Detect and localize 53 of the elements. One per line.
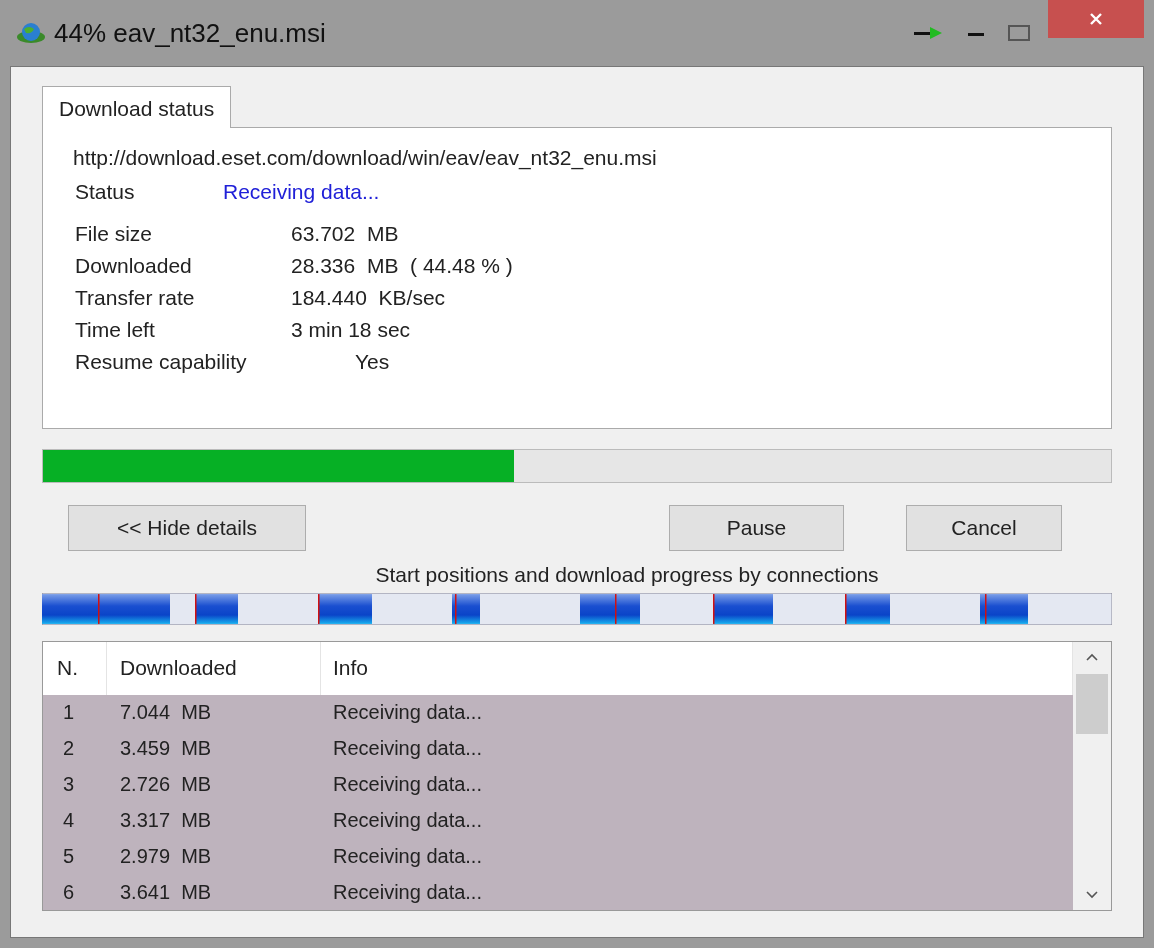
connections-caption: Start positions and download progress by connections	[374, 563, 880, 587]
table-cell-text: 2	[62, 737, 76, 761]
table-cell-text: 5	[62, 844, 76, 868]
detail-label: Time left	[75, 318, 156, 342]
detail-value: 63.702 MB	[291, 222, 400, 246]
cancel-button[interactable]: Cancel	[906, 505, 1062, 551]
table-cell-text: Receiving data...	[332, 808, 483, 832]
window-title: 44% eav_nt32_enu.msi	[54, 17, 326, 49]
table-cell-text: 7.044 MB	[119, 701, 213, 725]
pause-button[interactable]: Pause	[669, 505, 844, 551]
table-cell-text: Receiving data...	[332, 737, 483, 761]
tab[interactable]: Download status	[42, 86, 232, 128]
scroll-down-icon[interactable]	[1085, 890, 1099, 900]
url-text: http://download.eset.com/download/win/eav/eav_nt32_enu.msi	[73, 146, 658, 170]
table-row[interactable]: 2 3.459 MB Receiving data...	[43, 730, 1073, 767]
detail-label: Downloaded	[75, 254, 193, 278]
table-cell-text: 3.641 MB	[119, 880, 213, 904]
maximize-icon[interactable]	[1008, 25, 1030, 41]
table-cell-text: 1	[62, 701, 76, 725]
table-cell-text: Receiving data...	[332, 844, 483, 868]
table-cell-text: 3.317 MB	[119, 808, 213, 832]
table-cell-text: Receiving data...	[332, 701, 483, 725]
detail-value: 3 min 18 sec	[291, 318, 412, 342]
table-cell-text: Receiving data...	[332, 880, 483, 904]
globe-icon	[16, 21, 46, 45]
table-cell-text: 3.459 MB	[119, 737, 213, 761]
table-cell-text: 6	[62, 880, 76, 904]
table-cell-text: 4	[62, 808, 76, 832]
table-cell-text: 3	[62, 772, 76, 796]
table-cell-text: 2.726 MB	[119, 772, 213, 796]
status-value: Receiving data...	[223, 180, 380, 204]
table-cell-text: 2.979 MB	[119, 844, 213, 868]
column-header[interactable]: Downloaded	[107, 642, 321, 695]
detail-label: Resume capability	[75, 350, 248, 374]
table-row[interactable]: 3 2.726 MB Receiving data...	[43, 766, 1073, 803]
status-label: Status	[74, 180, 136, 204]
scroll-up-icon[interactable]	[1085, 652, 1099, 662]
close-icon	[1089, 12, 1103, 26]
scrollbar[interactable]	[1073, 642, 1111, 910]
detail-value: 184.440 KB/sec	[291, 286, 447, 310]
table-row[interactable]: 4 3.317 MB Receiving data...	[43, 802, 1073, 839]
detail-label: Transfer rate	[75, 286, 196, 310]
table-row[interactable]: 1 7.044 MB Receiving data...	[43, 694, 1073, 731]
table-row[interactable]: 6 3.641 MB Receiving data...	[43, 874, 1073, 910]
arrow-icon[interactable]	[914, 26, 944, 40]
detail-value: 28.336 MB ( 44.48 % )	[291, 254, 514, 278]
scrollbar-thumb[interactable]	[1076, 674, 1108, 734]
table-cell-text: Receiving data...	[332, 772, 483, 796]
detail-value: Yes	[354, 350, 391, 374]
detail-label: File size	[75, 222, 154, 246]
table-row[interactable]: 5 2.979 MB Receiving data...	[43, 838, 1073, 875]
column-header[interactable]: N.	[43, 642, 107, 695]
hide-details-button[interactable]: << Hide details	[68, 505, 306, 551]
